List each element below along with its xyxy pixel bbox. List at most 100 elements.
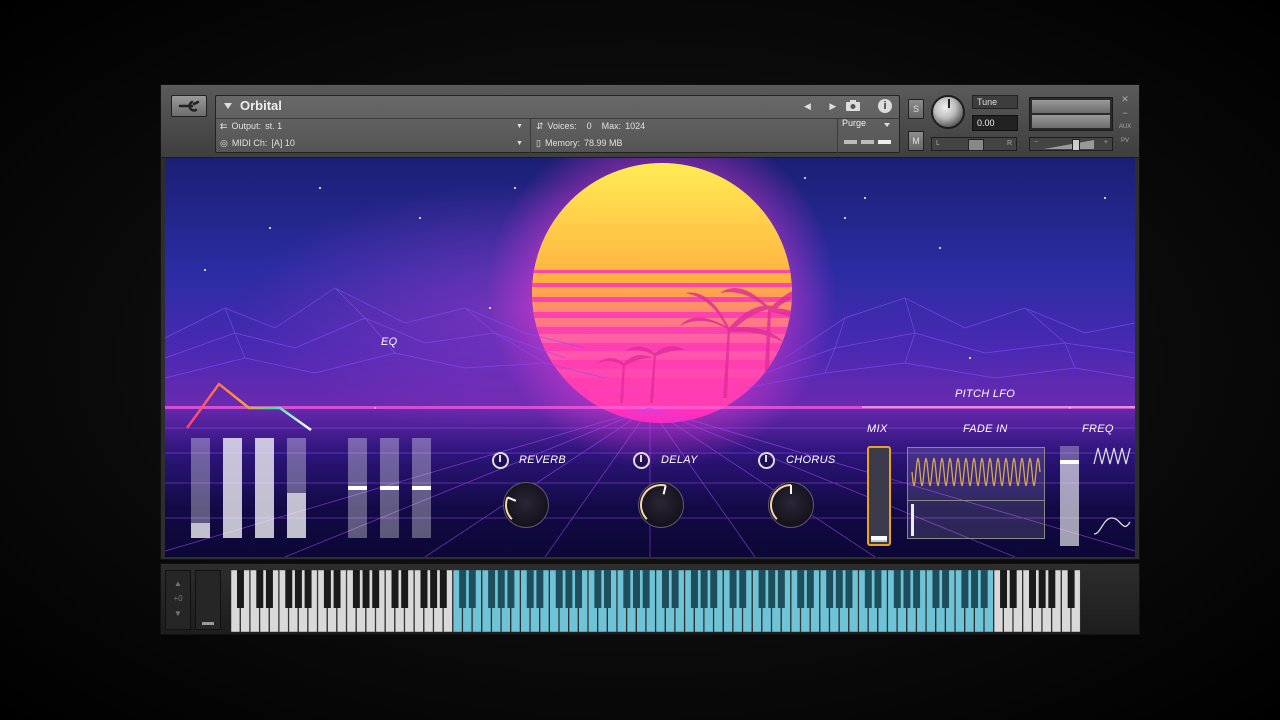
black-key[interactable] xyxy=(690,570,698,608)
edit-instrument-button[interactable] xyxy=(171,95,207,117)
eq-slider[interactable] xyxy=(380,438,399,538)
max-value[interactable]: 1024 xyxy=(625,121,645,131)
envelope-slider[interactable] xyxy=(223,438,242,538)
volume-handle[interactable] xyxy=(1072,139,1080,151)
freq-slider-handle[interactable] xyxy=(1060,460,1079,465)
tune-knob[interactable] xyxy=(931,95,965,129)
delay-knob[interactable] xyxy=(638,482,684,528)
reverb-power-icon[interactable] xyxy=(492,452,509,469)
black-key[interactable] xyxy=(294,570,302,608)
purge-button[interactable]: Purge xyxy=(842,118,866,128)
instrument-menu-caret-icon[interactable] xyxy=(224,103,232,109)
camera-icon[interactable] xyxy=(846,100,860,111)
black-key[interactable] xyxy=(555,570,563,608)
black-key[interactable] xyxy=(430,570,438,608)
black-key[interactable] xyxy=(372,570,380,608)
black-key[interactable] xyxy=(1029,570,1036,608)
envelope-slider[interactable] xyxy=(255,438,274,538)
pv-button[interactable]: PV xyxy=(1118,135,1132,147)
black-key[interactable] xyxy=(700,570,708,608)
black-key[interactable] xyxy=(565,570,573,608)
black-key[interactable] xyxy=(671,570,679,608)
sine-wave-icon[interactable] xyxy=(1093,514,1131,538)
minimize-icon[interactable]: − xyxy=(1118,107,1132,119)
eq-slider-handle[interactable] xyxy=(412,486,431,490)
black-key[interactable] xyxy=(352,570,360,608)
black-key[interactable] xyxy=(420,570,428,608)
black-key[interactable] xyxy=(459,570,467,608)
black-key[interactable] xyxy=(932,570,940,608)
black-key[interactable] xyxy=(304,570,312,608)
delay-power-icon[interactable] xyxy=(633,452,650,469)
pitch-wheel[interactable]: ▲ +0 ▼ xyxy=(165,570,191,630)
black-key[interactable] xyxy=(1000,570,1008,608)
eq-slider[interactable] xyxy=(348,438,367,538)
square-wave-icon[interactable] xyxy=(1093,444,1131,468)
black-key[interactable] xyxy=(633,570,640,608)
aux-button[interactable]: AUX xyxy=(1118,121,1132,133)
eq-slider[interactable] xyxy=(412,438,431,538)
black-key[interactable] xyxy=(826,570,834,608)
pan-slider[interactable]: L R xyxy=(931,137,1017,151)
mod-wheel-handle[interactable] xyxy=(202,622,214,625)
black-key[interactable] xyxy=(661,570,669,608)
black-key[interactable] xyxy=(835,570,843,608)
black-key[interactable] xyxy=(265,570,273,608)
tune-value[interactable]: 0.00 xyxy=(972,115,1018,131)
mix-slider-handle[interactable] xyxy=(871,536,887,540)
black-key[interactable] xyxy=(739,570,747,608)
black-key[interactable] xyxy=(401,570,409,608)
eq-slider-handle[interactable] xyxy=(348,486,367,490)
chorus-knob[interactable] xyxy=(768,482,814,528)
eq-slider-handle[interactable] xyxy=(380,486,399,490)
black-key[interactable] xyxy=(623,570,631,608)
black-key[interactable] xyxy=(604,570,611,608)
mix-slider[interactable] xyxy=(867,446,891,546)
black-key[interactable] xyxy=(729,570,737,608)
black-key[interactable] xyxy=(497,570,505,608)
black-key[interactable] xyxy=(797,570,805,608)
chorus-power-icon[interactable] xyxy=(758,452,775,469)
black-key[interactable] xyxy=(961,570,969,608)
black-key[interactable] xyxy=(594,570,602,608)
black-key[interactable] xyxy=(323,570,331,608)
solo-button[interactable]: S xyxy=(908,99,924,119)
black-key[interactable] xyxy=(468,570,476,608)
black-key[interactable] xyxy=(864,570,872,608)
black-key[interactable] xyxy=(710,570,718,608)
black-key[interactable] xyxy=(333,570,341,608)
black-key[interactable] xyxy=(1038,570,1046,608)
instrument-nav-arrows-icon[interactable]: ◀ ▶ xyxy=(804,101,844,112)
black-key[interactable] xyxy=(806,570,814,608)
black-key[interactable] xyxy=(1009,570,1017,608)
black-key[interactable] xyxy=(488,570,496,608)
freq-slider[interactable] xyxy=(1060,446,1079,546)
volume-slider[interactable]: − + xyxy=(1029,137,1113,151)
black-key[interactable] xyxy=(1048,570,1056,608)
black-key[interactable] xyxy=(575,570,583,608)
black-key[interactable] xyxy=(362,570,370,608)
black-key[interactable] xyxy=(777,570,785,608)
reverb-knob[interactable] xyxy=(503,482,549,528)
black-key[interactable] xyxy=(1067,570,1075,608)
black-key[interactable] xyxy=(768,570,776,608)
mod-wheel[interactable] xyxy=(195,570,221,630)
black-key[interactable] xyxy=(439,570,447,608)
close-icon[interactable]: ✕ xyxy=(1118,93,1132,105)
black-key[interactable] xyxy=(236,570,244,608)
black-key[interactable] xyxy=(845,570,853,608)
black-key[interactable] xyxy=(942,570,950,608)
black-key[interactable] xyxy=(391,570,399,608)
black-key[interactable] xyxy=(874,570,882,608)
black-key[interactable] xyxy=(642,570,650,608)
black-key[interactable] xyxy=(526,570,534,608)
black-key[interactable] xyxy=(507,570,515,608)
black-key[interactable] xyxy=(536,570,544,608)
info-icon[interactable]: i xyxy=(878,99,892,113)
black-key[interactable] xyxy=(893,570,901,608)
output-row[interactable]: ⇇ Output: st. 1 ▼ xyxy=(220,118,526,134)
black-key[interactable] xyxy=(256,570,264,608)
black-key[interactable] xyxy=(913,570,921,608)
black-key[interactable] xyxy=(285,570,293,608)
envelope-slider[interactable] xyxy=(191,438,210,538)
